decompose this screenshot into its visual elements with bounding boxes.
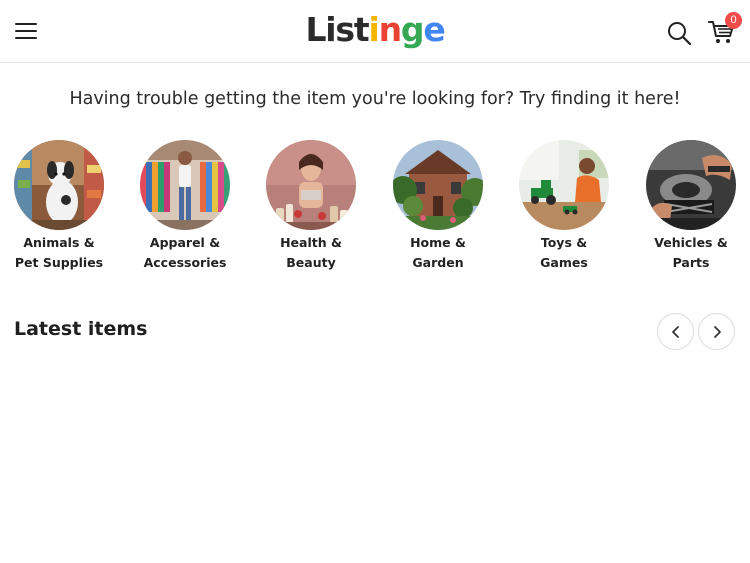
logo-text-n: n	[378, 10, 403, 49]
category-label: Health & Beauty	[256, 233, 366, 272]
chevron-right-icon	[714, 326, 721, 338]
logo-text-i: i	[368, 10, 379, 49]
category-label-line1: Animals &	[23, 235, 95, 250]
logo-text-g: g	[400, 10, 425, 49]
category-vehicles-parts[interactable]: Vehicles & Parts	[636, 140, 746, 272]
category-health-beauty[interactable]: Health & Beauty	[256, 140, 366, 272]
category-image-toys	[519, 140, 609, 230]
site-logo[interactable]: Listinge	[0, 8, 750, 52]
category-label-line1: Apparel &	[149, 235, 221, 250]
search-button[interactable]	[666, 20, 692, 46]
carousel-next-button[interactable]	[698, 313, 735, 350]
category-image-pets	[14, 140, 104, 230]
logo-text-list: List	[305, 10, 369, 49]
category-label: Vehicles & Parts	[636, 233, 746, 272]
category-image-apparel	[140, 140, 230, 230]
category-label-line2: Pet Supplies	[14, 254, 104, 270]
category-label-line1: Vehicles &	[654, 235, 728, 250]
category-label-line1: Toys &	[540, 235, 588, 250]
carousel-prev-button[interactable]	[657, 313, 694, 350]
latest-items-heading: Latest items	[14, 318, 148, 340]
category-label-line2: Accessories	[143, 254, 227, 270]
category-image-home	[393, 140, 483, 230]
category-label: Home & Garden	[383, 233, 493, 272]
category-label-line1: Health &	[280, 235, 342, 250]
category-label-line2: Parts	[672, 254, 710, 270]
category-apparel-accessories[interactable]: Apparel & Accessories	[130, 140, 240, 272]
logo-text-e: e	[423, 10, 445, 49]
category-image-beauty	[266, 140, 356, 230]
category-label: Apparel & Accessories	[130, 233, 240, 272]
category-label: Animals & Pet Supplies	[4, 233, 114, 272]
category-label-line2: Garden	[412, 254, 464, 270]
cart-count-badge: 0	[725, 12, 742, 29]
category-label-line2: Games	[540, 254, 588, 270]
site-header: Listinge 0	[0, 0, 750, 63]
search-icon	[668, 22, 692, 46]
category-label: Toys & Games	[509, 233, 619, 272]
category-home-garden[interactable]: Home & Garden	[383, 140, 493, 272]
search-tagline: Having trouble getting the item you're l…	[69, 89, 681, 109]
category-label-line2: Beauty	[286, 254, 336, 270]
category-animals-pet-supplies[interactable]: Animals & Pet Supplies	[4, 140, 114, 272]
category-toys-games[interactable]: Toys & Games	[509, 140, 619, 272]
category-image-vehicles	[646, 140, 736, 230]
category-label-line1: Home &	[410, 235, 466, 250]
chevron-left-icon	[672, 326, 679, 338]
